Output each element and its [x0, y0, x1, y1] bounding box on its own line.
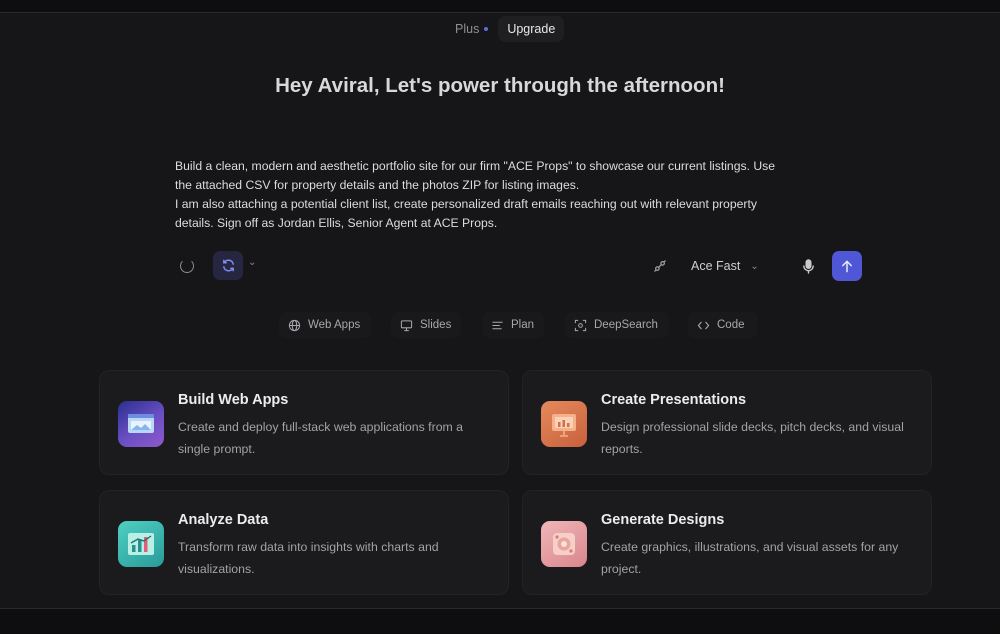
globe-icon	[288, 319, 301, 332]
mode-chip-slides[interactable]: Slides	[391, 312, 461, 338]
mode-chip-label: Plan	[511, 319, 535, 331]
mode-chip-code[interactable]: Code	[688, 312, 758, 338]
window-bottom-edge	[0, 608, 1000, 634]
scan-icon	[574, 319, 587, 332]
mode-chip-label: DeepSearch	[594, 319, 658, 331]
tune-icon	[654, 260, 666, 272]
prompt-line: I am also attaching a potential client l…	[175, 197, 757, 211]
prompt-composer[interactable]: Build a clean, modern and aesthetic port…	[162, 150, 874, 290]
refresh-icon	[222, 259, 234, 272]
prompt-line: the attached CSV for property details an…	[175, 178, 580, 192]
microphone-button[interactable]	[799, 256, 817, 276]
card-description: Create and deploy full-stack web applica…	[178, 420, 464, 456]
mode-chips: Web Apps Slides Plan DeepSearch Code	[0, 312, 1000, 338]
design-icon	[541, 521, 587, 567]
mode-chip-label: Code	[717, 319, 745, 331]
code-icon	[697, 319, 710, 332]
sync-button[interactable]	[213, 251, 243, 280]
model-settings-button[interactable]	[650, 256, 670, 276]
prompt-line: Build a clean, modern and aesthetic port…	[175, 159, 776, 173]
card-title: Generate Designs	[601, 512, 725, 528]
greeting-title: Hey Aviral, Let's power through the afte…	[275, 74, 725, 97]
card-title: Build Web Apps	[178, 392, 289, 408]
card-description: Create graphics, illustrations, and visu…	[601, 540, 899, 576]
mode-chip-deepsearch[interactable]: DeepSearch	[565, 312, 669, 338]
mode-chip-label: Slides	[420, 319, 452, 331]
mode-chip-web-apps[interactable]: Web Apps	[279, 312, 371, 338]
presentation-icon	[400, 319, 413, 332]
arrow-up-icon	[842, 260, 852, 272]
composer-toolbar: ⌄ Ace Fast ⌄	[162, 250, 874, 282]
chart-icon	[118, 521, 164, 567]
card-build-web-apps[interactable]: Build Web Apps Create and deploy full-st…	[99, 370, 509, 475]
prompt-input[interactable]: Build a clean, modern and aesthetic port…	[175, 157, 855, 233]
card-title: Create Presentations	[601, 392, 747, 408]
card-title: Analyze Data	[178, 512, 269, 528]
chevron-down-icon[interactable]: ⌄	[248, 257, 256, 268]
mode-chip-label: Web Apps	[308, 319, 361, 331]
mode-chip-plan[interactable]: Plan	[482, 312, 544, 338]
presentation-icon	[541, 401, 587, 447]
model-selector[interactable]: Ace Fast ⌄	[691, 256, 759, 276]
send-button[interactable]	[832, 251, 862, 281]
card-create-presentations[interactable]: Create Presentations Design professional…	[522, 370, 932, 475]
plan-name: Plus	[455, 22, 480, 36]
card-description: Design professional slide decks, pitch d…	[601, 420, 904, 456]
plan-indicator: Plus Upgrade	[446, 16, 579, 42]
model-name: Ace Fast	[691, 259, 741, 273]
card-description: Transform raw data into insights with ch…	[178, 540, 439, 576]
list-icon	[491, 319, 504, 332]
web-app-icon	[118, 401, 164, 447]
plan-dot	[484, 27, 489, 31]
window-top-edge	[0, 0, 1000, 13]
card-generate-designs[interactable]: Generate Designs Create graphics, illust…	[522, 490, 932, 595]
loading-icon[interactable]	[180, 259, 194, 273]
card-analyze-data[interactable]: Analyze Data Transform raw data into ins…	[99, 490, 509, 595]
chevron-down-icon: ⌄	[750, 260, 759, 272]
upgrade-button[interactable]: Upgrade	[498, 16, 565, 42]
prompt-line: details. Sign off as Jordan Ellis, Senio…	[175, 216, 498, 230]
microphone-icon	[802, 258, 814, 274]
